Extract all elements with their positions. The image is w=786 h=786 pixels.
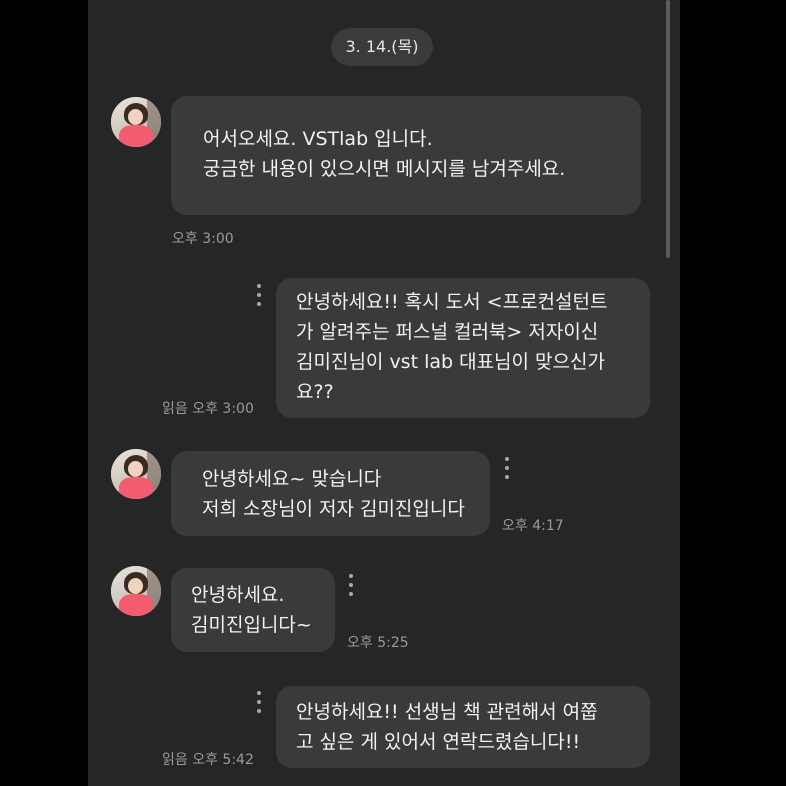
message-bubble-incoming[interactable]: 안녕하세요. 김미진입니다~ (171, 568, 335, 652)
message-line: 어서오세요. VSTlab 입니다. (203, 128, 433, 150)
message-line: 김미진님이 vst lab 대표님이 맞으신가 (296, 351, 605, 373)
message-bubble-outgoing[interactable]: 안녕하세요!! 선생님 책 관련해서 여쭙 고 싶은 게 있어서 연락드렸습니다… (276, 686, 650, 768)
more-vertical-icon[interactable] (504, 457, 510, 479)
message-line: 저희 소장님이 저자 김미진입니다 (202, 498, 465, 520)
message-time: 오후 3:00 (172, 231, 234, 247)
sender-avatar[interactable] (111, 449, 161, 499)
message-bubble-incoming[interactable]: 안녕하세요~ 맞습니다 저희 소장님이 저자 김미진입니다 (171, 451, 490, 536)
message-bubble-outgoing[interactable]: 안녕하세요!! 혹시 도서 <프로컨설턴트 가 알려주는 퍼스널 컬러북> 저자… (276, 278, 650, 418)
message-line: 안녕하세요~ 맞습니다 (202, 468, 382, 490)
message-line: 궁금한 내용이 있으시면 메시지를 남겨주세요. (203, 158, 566, 180)
scrollbar[interactable] (666, 0, 670, 258)
message-line: 안녕하세요!! 선생님 책 관련해서 여쭙 (296, 701, 598, 723)
more-vertical-icon[interactable] (256, 691, 262, 713)
more-vertical-icon[interactable] (256, 284, 262, 306)
message-line: 가 알려주는 퍼스널 컬러북> 저자이신 (296, 321, 599, 343)
read-receipt-time: 읽음 오후 5:42 (162, 752, 254, 768)
message-time: 오후 5:25 (347, 635, 409, 651)
message-line: 안녕하세요!! 혹시 도서 <프로컨설턴트 (296, 291, 608, 313)
message-line: 고 싶은 게 있어서 연락드렸습니다!! (296, 731, 581, 753)
message-line: 요?? (296, 381, 334, 403)
message-time: 오후 4:17 (502, 518, 564, 534)
date-divider: 3. 14.(목) (331, 28, 433, 66)
message-line: 김미진입니다~ (191, 614, 312, 636)
message-line: 안녕하세요. (191, 584, 285, 606)
sender-avatar[interactable] (111, 97, 161, 147)
more-vertical-icon[interactable] (348, 574, 354, 596)
sender-avatar[interactable] (111, 566, 161, 616)
message-bubble-incoming[interactable]: 어서오세요. VSTlab 입니다. 궁금한 내용이 있으시면 메시지를 남겨주… (171, 96, 641, 215)
read-receipt-time: 읽음 오후 3:00 (162, 401, 254, 417)
